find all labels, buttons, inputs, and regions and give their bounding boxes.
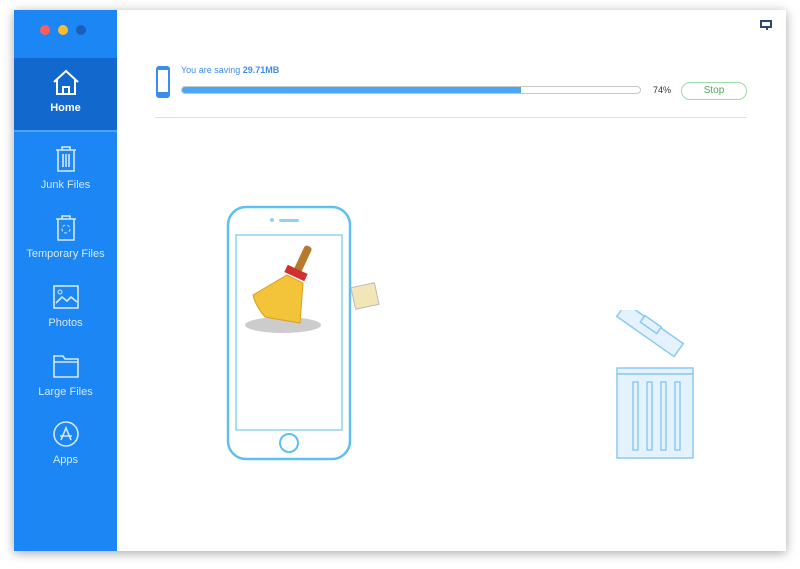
trash-can-illustration xyxy=(615,310,694,459)
photo-icon xyxy=(52,285,79,309)
main-panel: You are saving 29.71MB 74% Stop xyxy=(117,10,786,551)
sidebar-item-apps[interactable]: Apps xyxy=(14,420,117,490)
phone-cleaning-illustration xyxy=(226,205,380,461)
feedback-icon[interactable] xyxy=(760,20,772,31)
phone-icon xyxy=(156,66,170,98)
saving-message: You are saving 29.71MB xyxy=(181,65,280,75)
sidebar-item-large-files[interactable]: Large Files xyxy=(14,352,117,422)
progress-percent: 74% xyxy=(653,85,672,95)
progress-fill xyxy=(182,87,521,93)
recycle-bin-icon xyxy=(55,215,76,241)
sidebar-item-photos[interactable]: Photos xyxy=(14,283,117,353)
sidebar-item-junk-files[interactable]: Junk Files xyxy=(14,145,117,215)
home-icon xyxy=(52,69,79,95)
zoom-button[interactable] xyxy=(76,25,86,35)
progress-bar xyxy=(181,86,641,94)
minimize-button[interactable] xyxy=(58,25,68,35)
folder-icon xyxy=(52,355,79,378)
app-store-icon xyxy=(52,421,79,447)
app-window: Home Junk Files Temporary Files Photos L… xyxy=(14,10,786,551)
sidebar-item-temporary-files[interactable]: Temporary Files xyxy=(14,214,117,284)
divider xyxy=(155,117,747,118)
close-button[interactable] xyxy=(40,25,50,35)
trash-icon xyxy=(55,146,76,172)
sidebar: Home Junk Files Temporary Files Photos L… xyxy=(14,10,117,551)
stop-button[interactable]: Stop xyxy=(681,82,747,100)
sidebar-item-home[interactable]: Home xyxy=(14,58,117,132)
